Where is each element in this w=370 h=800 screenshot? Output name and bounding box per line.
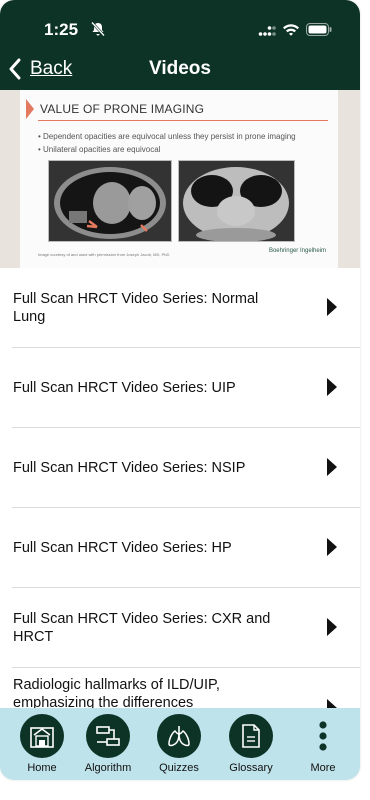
video-title: Full Scan HRCT Video Series: Normal Lung [13, 291, 259, 325]
tab-bar: Home Algorithm Quizzes Glossary More [0, 708, 360, 780]
home-icon [30, 727, 54, 748]
more-icon [319, 721, 327, 751]
video-title: Full Scan HRCT Video Series: NSIP [13, 460, 246, 476]
status-bar: 1:25 [0, 18, 360, 42]
header: 1:25 Back Videos [0, 0, 360, 90]
nav-bar: Back Videos [0, 54, 360, 86]
video-title: Full Scan HRCT Video Series: HP [13, 540, 232, 556]
document-icon [242, 724, 260, 748]
bell-muted-icon [91, 21, 105, 37]
brand-logo: Boehringer Ingelheim [268, 248, 326, 254]
cellular-signal-icon [258, 26, 276, 36]
status-time: 1:25 [44, 20, 79, 39]
list-item[interactable]: Full Scan HRCT Video Series: NSIP [0, 428, 360, 508]
video-title: Full Scan HRCT Video Series: CXR and HRC… [13, 611, 271, 645]
tab-label: Glossary [229, 762, 273, 774]
list-item[interactable]: Full Scan HRCT Video Series: HP [0, 508, 360, 588]
tab-algorithm[interactable]: Algorithm [73, 714, 143, 774]
slide-accent-arrow [26, 99, 34, 119]
lungs-icon [168, 726, 190, 747]
video-title: Full Scan HRCT Video Series: UIP [13, 380, 236, 396]
slide-title: VALUE OF PRONE IMAGING [40, 102, 205, 116]
chevron-right-icon [327, 538, 337, 556]
video-preview[interactable]: VALUE OF PRONE IMAGING • Dependent opaci… [0, 90, 360, 268]
list-item[interactable]: Full Scan HRCT Video Series: Normal Lung [0, 268, 360, 348]
tab-label: Home [27, 762, 57, 774]
ct-scan-image [178, 160, 295, 242]
page-title: Videos [149, 58, 211, 79]
list-item[interactable]: Full Scan HRCT Video Series: CXR and HRC… [0, 588, 360, 668]
tab-more[interactable]: More [288, 714, 358, 774]
ct-scan-image [48, 160, 172, 242]
chevron-right-icon [327, 458, 337, 476]
tab-quizzes[interactable]: Quizzes [144, 714, 214, 774]
slide-bullet: • Unilateral opacities are equivocal [38, 145, 161, 154]
slide-bullet: • Dependent opacities are equivocal unle… [38, 132, 296, 141]
tab-label: More [310, 762, 336, 774]
tab-label: Algorithm [84, 762, 132, 774]
slide-divider [38, 120, 328, 121]
algorithm-icon [96, 726, 120, 746]
slide-thumbnail: VALUE OF PRONE IMAGING • Dependent opaci… [20, 90, 338, 268]
list-item[interactable]: Full Scan HRCT Video Series: UIP [0, 348, 360, 428]
tab-home[interactable]: Home [7, 714, 77, 774]
app-screen: 1:25 Back Videos VALUE OF PRONE IMAGING … [0, 0, 360, 780]
chevron-right-icon [327, 618, 337, 636]
slide-caption: Image courtesy of and used with permissi… [38, 252, 170, 257]
video-list: Full Scan HRCT Video Series: Normal Lung… [0, 268, 360, 728]
chevron-right-icon [327, 378, 337, 396]
wifi-icon [283, 24, 299, 36]
battery-icon [306, 23, 332, 36]
tab-glossary[interactable]: Glossary [216, 714, 286, 774]
video-title: Radiologic hallmarks of ILD/UIP, emphasi… [13, 677, 220, 711]
chevron-right-icon [327, 298, 337, 316]
tab-label: Quizzes [159, 762, 199, 774]
